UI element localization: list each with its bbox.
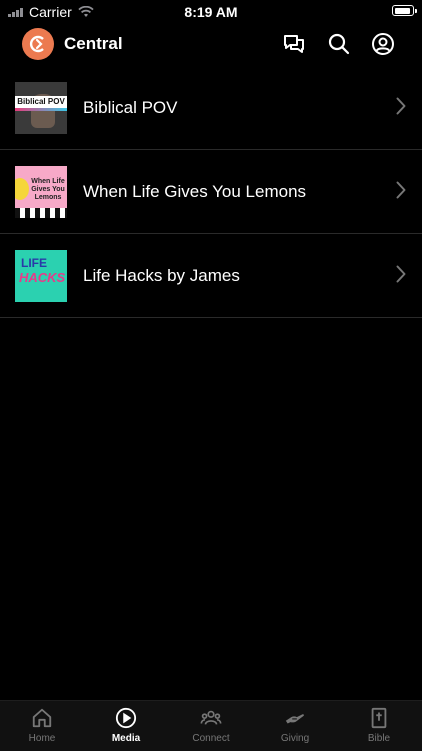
giving-hand-icon (285, 714, 304, 724)
status-bar: Carrier 8:19 AM (0, 0, 422, 22)
bible-icon (371, 707, 387, 729)
lemon-icon (15, 178, 29, 200)
tab-giving[interactable]: Giving (260, 707, 330, 744)
chevron-right-icon (396, 181, 406, 199)
tab-media[interactable]: Media (91, 707, 161, 744)
people-icon (200, 710, 222, 725)
status-time: 8:19 AM (184, 4, 238, 20)
media-thumbnail: Biblical POV (15, 82, 67, 134)
media-item-title: Biblical POV (83, 98, 178, 117)
thumbnail-text: Biblical POV (15, 96, 67, 108)
search-icon (328, 33, 350, 55)
profile-icon (372, 33, 394, 55)
media-list: Biblical POV Biblical POV When Life Give… (0, 66, 422, 318)
search-button[interactable] (327, 32, 351, 56)
battery-icon (392, 5, 417, 16)
chat-icon (284, 35, 304, 53)
tab-bible[interactable]: Bible (344, 707, 414, 744)
tab-connect[interactable]: Connect (176, 707, 246, 744)
media-item-title: Life Hacks by James (83, 266, 240, 285)
thumbnail-text: LIFE (21, 256, 47, 270)
thumbnail-text: When Life Gives You Lemons (31, 178, 65, 201)
tab-label: Home (28, 733, 56, 744)
app-logo[interactable] (22, 28, 54, 60)
home-icon (32, 708, 52, 728)
media-item-lemons[interactable]: When Life Gives You Lemons When Life Giv… (0, 150, 422, 234)
chevron-right-icon (396, 97, 406, 115)
chevron-right-icon (396, 265, 406, 283)
tab-bar: Home Media Connect Giving Bible (0, 700, 422, 751)
tab-label: Bible (367, 733, 391, 744)
profile-button[interactable] (371, 32, 395, 56)
app-header: Central (0, 22, 422, 66)
media-thumbnail: When Life Gives You Lemons (15, 166, 67, 218)
media-item-life-hacks[interactable]: LIFE HACKS Life Hacks by James (0, 234, 422, 318)
tab-label: Media (111, 733, 141, 744)
logo-mark-icon (29, 35, 44, 53)
chat-button[interactable] (282, 32, 306, 56)
play-icon (115, 707, 137, 729)
app-title: Central (64, 34, 123, 53)
media-item-title: When Life Gives You Lemons (83, 182, 307, 201)
tab-label: Giving (280, 733, 310, 744)
media-thumbnail: LIFE HACKS (15, 250, 67, 302)
media-item-biblical-pov[interactable]: Biblical POV Biblical POV (0, 66, 422, 150)
tab-home[interactable]: Home (7, 707, 77, 744)
thumbnail-text: HACKS (19, 270, 66, 285)
tab-label: Connect (192, 733, 230, 744)
